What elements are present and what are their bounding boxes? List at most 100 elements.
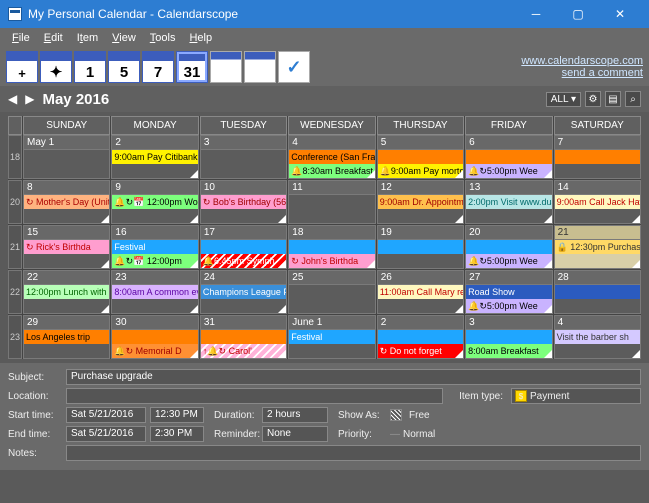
event-item[interactable]: 9:00am Dr. Appointment: [378, 195, 463, 209]
calendar-cell[interactable]: 16Festival🔔↻📅 12:00pm: [111, 225, 198, 269]
event-span[interactable]: Conference (San Francisco): [289, 150, 374, 164]
event-item[interactable]: Champions League Final: [201, 285, 286, 299]
gear-icon[interactable]: ⚙: [585, 91, 601, 107]
event-item[interactable]: 🔒 12:30pm Purchase: [555, 240, 640, 254]
month-view-button[interactable]: 31: [176, 51, 208, 83]
event-item[interactable]: ↻ John's Birthda: [289, 254, 374, 268]
maximize-button[interactable]: ▢: [557, 0, 599, 28]
calendar-cell[interactable]: 31 ↑🔔↻ Carol': [200, 315, 287, 359]
event-span[interactable]: Festival: [112, 240, 197, 254]
month-title[interactable]: May 2016: [42, 91, 109, 108]
event-span-cont[interactable]: [466, 150, 551, 164]
event-item[interactable]: 🔔↻📅 12:00pm Working: [112, 195, 197, 209]
minimize-button[interactable]: ─: [515, 0, 557, 28]
calendar-cell[interactable]: 19: [377, 225, 464, 269]
end-time-field[interactable]: 2:30 PM: [150, 426, 204, 442]
today-button[interactable]: ✦: [40, 51, 72, 83]
notes-field[interactable]: [66, 445, 641, 461]
duration-field[interactable]: 2 hours: [262, 407, 328, 423]
calendar-cell[interactable]: 25: [288, 270, 375, 314]
calendar-cell[interactable]: 18 ↻ John's Birthda: [288, 225, 375, 269]
event-item[interactable]: 9:00am Call Jack Hawkins: [555, 195, 640, 209]
event-item[interactable]: Visit the barber sh: [555, 330, 640, 344]
day-view-7-button[interactable]: 7: [142, 51, 174, 83]
start-date-field[interactable]: Sat 5/21/2016: [66, 407, 146, 423]
event-item[interactable]: 8:00am Breakfast: [466, 344, 551, 358]
calendar-cell[interactable]: 2 ↻ Do not forget: [377, 315, 464, 359]
event-span-cont[interactable]: [201, 240, 286, 254]
close-button[interactable]: ✕: [599, 0, 641, 28]
start-time-field[interactable]: 12:30 PM: [150, 407, 204, 423]
event-item[interactable]: 🔔↻ Memorial D: [112, 344, 197, 358]
calendar-cell[interactable]: 132:00pm Visit www.dualitysoft: [465, 180, 552, 224]
day-view-5-button[interactable]: 5: [108, 51, 140, 83]
calendar-cell[interactable]: 6 🔔↻5:00pm Wee: [465, 135, 552, 179]
location-field[interactable]: [66, 388, 443, 404]
calendar-cell[interactable]: 5 🔔9:00am Pay mortg: [377, 135, 464, 179]
event-item[interactable]: 🔔9:00am Pay mortg: [378, 164, 463, 178]
menu-view[interactable]: View: [106, 30, 142, 46]
list-view-button[interactable]: [244, 51, 276, 83]
layers-icon[interactable]: ▤: [605, 91, 621, 107]
calendar-cell[interactable]: 17 🔔6:45pm Symph: [200, 225, 287, 269]
calendar-cell[interactable]: 2611:00am Call Mary regarding: [377, 270, 464, 314]
calendar-cell[interactable]: 27Road Show🔔↻5:00pm Wee: [465, 270, 552, 314]
end-date-field[interactable]: Sat 5/21/2016: [66, 426, 146, 442]
event-span-cont[interactable]: [378, 150, 463, 164]
event-span-cont[interactable]: [112, 330, 197, 344]
event-span-cont[interactable]: [378, 330, 463, 344]
event-item[interactable]: 2:00pm Visit www.dualitysoft: [466, 195, 551, 209]
event-span-cont[interactable]: [466, 330, 551, 344]
calendar-cell[interactable]: 7: [554, 135, 641, 179]
event-item[interactable]: ↻ Bob's Birthday (56 years): [201, 195, 286, 209]
calendar-cell[interactable]: 24Champions League Final: [200, 270, 287, 314]
event-span-cont[interactable]: [289, 240, 374, 254]
feedback-link[interactable]: send a comment: [521, 67, 643, 79]
calendar-cell[interactable]: 4Visit the barber sh: [554, 315, 641, 359]
event-item[interactable]: ↻ Mother's Day (United States): [24, 195, 109, 209]
menu-file[interactable]: File: [6, 30, 36, 46]
calendar-cell[interactable]: 8↻ Mother's Day (United States): [23, 180, 110, 224]
calendar-cell[interactable]: 21🔒 12:30pm Purchase: [554, 225, 641, 269]
calendar-cell[interactable]: 28: [554, 270, 641, 314]
event-item[interactable]: 8:00am A common event: [112, 285, 197, 299]
event-span-cont[interactable]: [201, 330, 286, 344]
event-span-cont[interactable]: [555, 150, 640, 164]
event-item[interactable]: 🔔↻5:00pm Wee: [466, 299, 551, 313]
event-item[interactable]: 9:00am Pay Citibank: [112, 150, 197, 164]
calendar-cell[interactable]: 10↻ Bob's Birthday (56 years): [200, 180, 287, 224]
calendar-cell[interactable]: 11: [288, 180, 375, 224]
calendar-cell[interactable]: 129:00am Dr. Appointment: [377, 180, 464, 224]
event-item[interactable]: 🔔6:45pm Symph: [201, 254, 286, 268]
calendar-grid[interactable]: 18May 129:00am Pay Citibank34Conference …: [8, 135, 641, 359]
showas-field[interactable]: Free: [409, 410, 430, 421]
prev-month-button[interactable]: ◀: [8, 92, 17, 106]
calendar-cell[interactable]: 149:00am Call Jack Hawkins: [554, 180, 641, 224]
priority-field[interactable]: —Normal: [390, 429, 435, 440]
menu-edit[interactable]: Edit: [38, 30, 69, 46]
calendar-cell[interactable]: May 1: [23, 135, 110, 179]
calendar-cell[interactable]: 15↻ Rick's Birthda: [23, 225, 110, 269]
event-item[interactable]: 🔔↻5:00pm Wee: [466, 254, 551, 268]
event-item[interactable]: 11:00am Call Mary regarding: [378, 285, 463, 299]
calendar-cell[interactable]: June 1Festival: [288, 315, 375, 359]
agenda-view-button[interactable]: [210, 51, 242, 83]
calendar-cell[interactable]: 20 🔔↻5:00pm Wee: [465, 225, 552, 269]
menu-help[interactable]: Help: [183, 30, 218, 46]
event-item[interactable]: ↑🔔↻ Carol': [201, 344, 286, 358]
calendar-cell[interactable]: 3 8:00am Breakfast: [465, 315, 552, 359]
event-item[interactable]: ↻ Do not forget: [378, 344, 463, 358]
event-span[interactable]: Los Angeles trip: [24, 330, 109, 344]
calendar-cell[interactable]: 3: [200, 135, 287, 179]
event-span-cont[interactable]: [555, 285, 640, 299]
event-item[interactable]: 🔔↻📅 12:00pm: [112, 254, 197, 268]
menu-tools[interactable]: Tools: [144, 30, 182, 46]
subject-field[interactable]: Purchase upgrade: [66, 369, 641, 385]
calendar-cell[interactable]: 4Conference (San Francisco)🔔8:30am Break…: [288, 135, 375, 179]
calendar-cell[interactable]: 2212:00pm Lunch with Carol: [23, 270, 110, 314]
event-item[interactable]: 🔔8:30am Breakfast: [289, 164, 374, 178]
event-span[interactable]: Road Show: [466, 285, 551, 299]
calendar-cell[interactable]: 29Los Angeles trip: [23, 315, 110, 359]
itemtype-field[interactable]: $Payment: [511, 388, 641, 404]
reminder-field[interactable]: None: [262, 426, 328, 442]
